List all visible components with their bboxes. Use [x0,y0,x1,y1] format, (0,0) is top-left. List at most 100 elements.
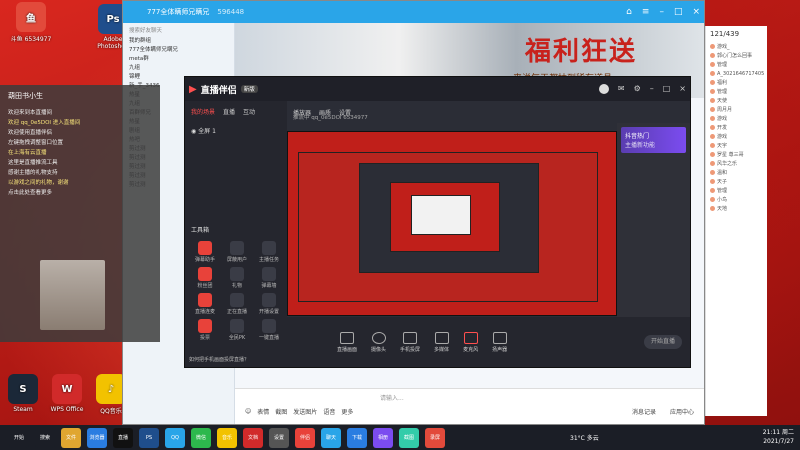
toolbar-screenshot[interactable]: 截图 [275,407,287,416]
tool-item[interactable]: 正在直播 [221,293,253,315]
close-icon[interactable]: × [692,7,700,17]
promo-card[interactable]: 抖音热门 主播新功能 [621,127,686,153]
maximize-icon[interactable]: □ [674,7,683,17]
desktop-icon-steam[interactable]: S Steam [0,374,46,413]
gift-icon[interactable]: ✉ [618,84,625,94]
group-tree-item[interactable]: meta群 [123,55,234,64]
taskbar-app-button[interactable]: 微信 [191,427,211,448]
member-row[interactable]: 游戏 [706,132,767,141]
control-speaker[interactable]: 扬声器 [492,331,507,353]
taskbar-app-button[interactable]: 直播 [113,427,133,448]
taskbar-app-button[interactable]: 文件 [61,427,81,448]
taskbar-app-button[interactable]: QQ [165,427,185,448]
member-row[interactable]: 天使 [706,96,767,105]
menu-icon[interactable]: ≡ [642,7,650,17]
minimize-icon[interactable]: – [659,7,664,17]
qq-search-hint[interactable]: 搜索好友聊天 [123,23,234,37]
group-tree-item[interactable]: 九组 [123,64,234,73]
tab-my-scenes[interactable]: 我的场景 [191,107,215,116]
nested-preview-1 [298,152,598,302]
tool-icon [262,293,276,307]
group-tree-item[interactable]: 我的群组 [123,37,234,46]
member-row[interactable]: 管理 [706,60,767,69]
member-row[interactable]: 罗星 尊三哥 [706,150,767,159]
taskbar-app-label: 下载 [351,435,362,441]
desktop-icon-wps[interactable]: W WPS Office [44,374,90,413]
member-row[interactable]: 福利 [706,78,767,87]
tool-item[interactable]: 弹幕墙 [253,267,285,289]
taskbar-app-button[interactable]: 开始 [9,427,29,448]
toolbar-send-image[interactable]: 发送图片 [293,407,317,416]
tool-item[interactable]: 全民PK [221,319,253,341]
app-center-link[interactable]: 应用中心 [670,407,694,416]
qq-titlebar[interactable]: 777全体瞒师兄瞒兄 596448 ⌂ ≡ – □ × [123,1,704,23]
home-icon[interactable]: ⌂ [626,7,632,17]
taskbar-app-button[interactable]: 音乐 [217,427,237,448]
taskbar-app-button[interactable]: 相册 [373,427,393,448]
toolbar-more[interactable]: 更多 [341,407,353,416]
control-media[interactable]: 多媒体 [434,331,449,353]
tool-item[interactable]: 投票 [189,319,221,341]
group-tree-item[interactable]: 777全体瞒师兄瞒兄 [123,46,234,55]
member-row[interactable]: 开发 [706,123,767,132]
member-row[interactable]: 温和 [706,168,767,177]
member-row[interactable]: 游戏 [706,114,767,123]
qq-input-area[interactable]: 请输入... ☺ 表情 截图 发送图片 语音 更多 消息记录 应用中心 [235,388,704,424]
settings-icon[interactable]: ⚙ [634,84,641,94]
member-row[interactable]: 管理 [706,186,767,195]
taskbar-app-button[interactable]: 截图 [399,427,419,448]
zb-titlebar[interactable]: ▶ 直播伴侣 新版 ✉ ⚙ – □ × [185,77,690,101]
tool-item[interactable]: 屏蔽用户 [221,241,253,263]
start-live-button[interactable]: 开始直播 [644,335,682,349]
scene-item[interactable]: ◉ 全屏 1 [185,122,287,139]
tab-live[interactable]: 直播 [223,107,235,116]
control-screen[interactable]: 直播画面 [337,331,357,353]
tool-item[interactable]: 礼物 [221,267,253,289]
close-icon[interactable]: × [679,84,686,94]
member-row[interactable]: 游戏_ [706,42,767,51]
tool-label: 弹幕助手 [194,257,215,263]
tab-interact[interactable]: 互动 [243,107,255,116]
member-row[interactable]: 风华之乐 [706,159,767,168]
minimize-icon[interactable]: – [650,84,654,94]
tool-item[interactable]: 主播任务 [253,241,285,263]
tool-item[interactable]: 开播设置 [253,293,285,315]
member-row[interactable]: 周月月 [706,105,767,114]
live-preview[interactable] [287,131,617,316]
live-companion-window[interactable]: ▶ 直播伴侣 新版 ✉ ⚙ – □ × 我的场景 直播 互动 ◉ 全屏 1 工具… [184,76,691,368]
member-row[interactable]: 天子 [706,177,767,186]
toolbar-emoji[interactable]: 表情 [257,407,269,416]
taskbar-app-button[interactable]: 浏览器 [87,427,107,448]
taskbar-app-button[interactable]: 下载 [347,427,367,448]
avatar[interactable] [598,84,609,94]
tool-item[interactable]: 一键直播 [253,319,285,341]
weather-widget[interactable]: 31°C 多云 [570,433,599,442]
taskbar-app-button[interactable]: 伴侣 [295,427,315,448]
control-camera[interactable]: 摄像头 [371,331,386,353]
system-tray-clock[interactable]: 21:11 周二 2021/7/27 [763,428,794,446]
toolbar-voice[interactable]: 语音 [323,407,335,416]
desktop-icon-douyu[interactable]: 鱼 斗鱼 6534977 [8,2,54,43]
member-row[interactable]: 管理 [706,87,767,96]
tool-icon [262,241,276,255]
control-phone-cast[interactable]: 手机投屏 [400,331,420,353]
message-history-link[interactable]: 消息记录 [632,407,656,416]
maximize-icon[interactable]: □ [663,84,671,94]
control-mic[interactable]: 麦克风 [463,331,478,353]
tool-item[interactable]: 弹幕助手 [189,241,221,263]
taskbar-app-button[interactable]: 文档 [243,427,263,448]
taskbar-app-button[interactable]: 设置 [269,427,289,448]
taskbar-app-button[interactable]: 录屏 [425,427,445,448]
member-row[interactable]: 小鸟 [706,195,767,204]
taskbar-app-button[interactable]: 搜索 [35,427,55,448]
member-row[interactable]: 天宇 [706,141,767,150]
member-row[interactable]: 天地 [706,204,767,213]
emoji-icon[interactable]: ☺ [245,408,251,415]
taskbar-app-button[interactable]: PS [139,427,159,448]
member-row[interactable]: 郭心门怎么回事 [706,51,767,60]
tool-item[interactable]: 直播连麦 [189,293,221,315]
tool-item[interactable]: 粉丝团 [189,267,221,289]
member-row[interactable]: A_3021646717405 [706,69,767,78]
screencast-tip-link[interactable]: 如何把手机画面投屏直播？ [189,356,249,363]
taskbar-app-button[interactable]: 聊天 [321,427,341,448]
